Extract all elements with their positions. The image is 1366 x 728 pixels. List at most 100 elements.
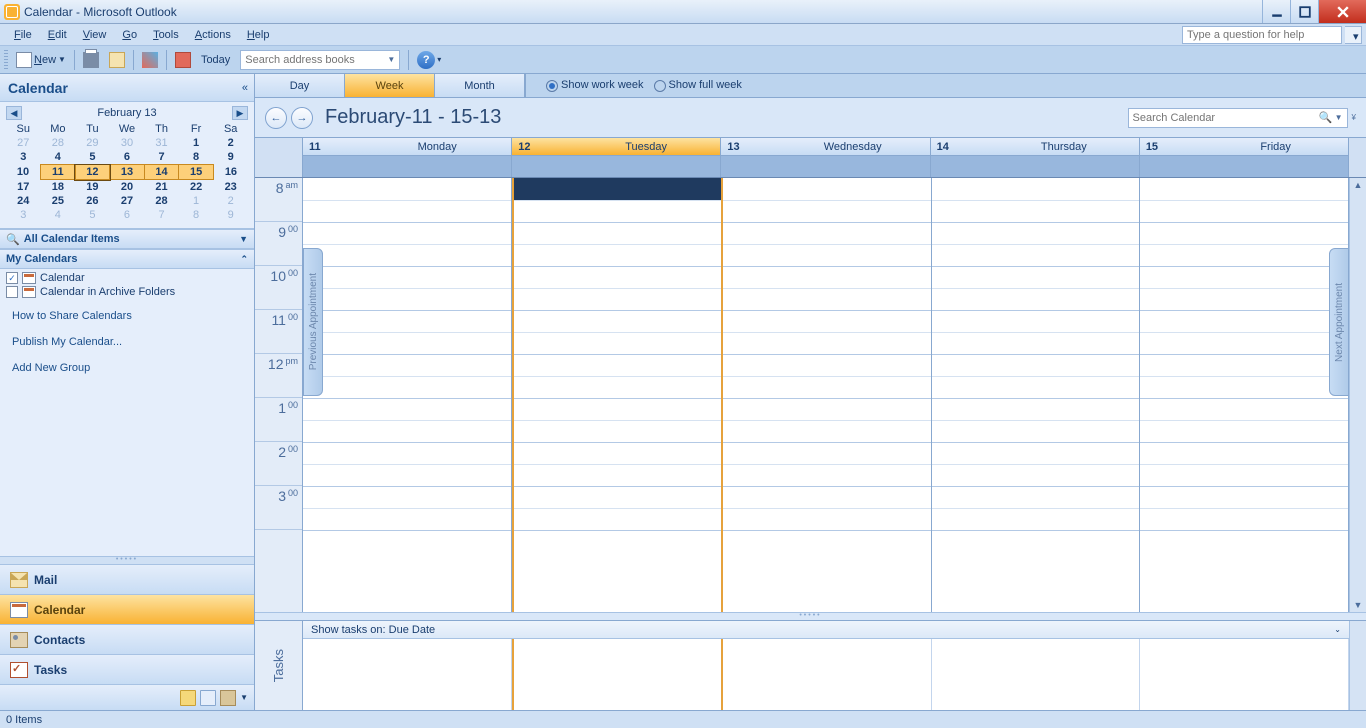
menu-edit[interactable]: Edit [40, 27, 75, 43]
link-publish-calendar[interactable]: Publish My Calendar... [6, 329, 248, 355]
journal-icon[interactable] [220, 690, 236, 706]
splitter-handle[interactable]: ••••• [0, 556, 254, 564]
mini-cal-day[interactable]: 4 [41, 150, 76, 165]
mini-cal-day[interactable]: 3 [6, 208, 41, 222]
toolbar-grip-icon[interactable] [4, 50, 8, 70]
menu-file[interactable]: File [6, 27, 40, 43]
mini-cal-day[interactable]: 22 [179, 180, 214, 195]
checkbox-icon[interactable]: ✓ [6, 272, 18, 284]
findcontact-button[interactable]: ▼ [236, 49, 404, 71]
new-button[interactable]: New ▼ [12, 49, 70, 71]
day-column[interactable] [1140, 178, 1349, 612]
radio-work-week[interactable]: Show work week [546, 79, 644, 91]
mini-cal-day[interactable]: 2 [213, 194, 248, 208]
link-add-group[interactable]: Add New Group [6, 355, 248, 381]
mini-cal-day[interactable]: 7 [144, 208, 179, 222]
mini-cal-day[interactable]: 30 [110, 136, 145, 150]
mini-cal-day[interactable]: 17 [6, 180, 41, 195]
mini-cal-day[interactable]: 3 [6, 150, 41, 165]
mini-cal-day[interactable]: 25 [41, 194, 76, 208]
task-splitter[interactable]: ••••• [255, 612, 1366, 620]
day-column[interactable] [512, 178, 724, 612]
mini-cal-day[interactable]: 27 [6, 136, 41, 150]
menu-tools[interactable]: Tools [145, 27, 187, 43]
checkbox-icon[interactable] [6, 286, 18, 298]
dropdown-icon[interactable]: ▼ [239, 234, 248, 244]
nav-tasks-button[interactable]: Tasks [0, 654, 254, 684]
prev-week-button[interactable]: ← [265, 107, 287, 129]
mini-cal-day[interactable]: 6 [110, 208, 145, 222]
mini-cal-day[interactable]: 19 [75, 180, 110, 195]
dropdown-icon[interactable]: ▼ [387, 55, 395, 64]
mini-cal-day[interactable]: 7 [144, 150, 179, 165]
close-button[interactable] [1318, 0, 1366, 23]
mini-cal-day[interactable]: 28 [144, 194, 179, 208]
menu-actions[interactable]: Actions [187, 27, 239, 43]
nav-contacts-button[interactable]: Contacts [0, 624, 254, 654]
calendar-item-archive[interactable]: Calendar in Archive Folders [6, 285, 248, 299]
nav-mail-button[interactable]: Mail [0, 564, 254, 594]
day-column[interactable] [723, 178, 932, 612]
help-button[interactable]: ?▾ [413, 49, 445, 71]
mini-cal-day[interactable]: 5 [75, 208, 110, 222]
mini-calendar-grid[interactable]: SuMoTuWeThFrSa 2728293031123456789101112… [6, 122, 248, 222]
collapse-icon[interactable]: ⌃ [240, 254, 248, 265]
day-header[interactable]: 12Tuesday [512, 138, 721, 177]
mini-cal-day[interactable]: 28 [41, 136, 76, 150]
mini-cal-day[interactable]: 21 [144, 180, 179, 195]
help-search-dropdown-icon[interactable]: ▾ [1345, 26, 1362, 44]
next-month-button[interactable]: ▶ [232, 106, 248, 120]
mini-cal-day[interactable]: 20 [110, 180, 145, 195]
link-share-calendars[interactable]: How to Share Calendars [6, 303, 248, 329]
menu-help[interactable]: Help [239, 27, 278, 43]
mini-cal-day[interactable]: 23 [213, 180, 248, 195]
mini-cal-day[interactable]: 11 [41, 165, 76, 180]
mini-calendar[interactable]: ◀ February 13 ▶ SuMoTuWeThFrSa 272829303… [0, 102, 254, 229]
mini-cal-day[interactable]: 29 [75, 136, 110, 150]
print-button[interactable] [79, 49, 103, 71]
mini-cal-day[interactable]: 1 [179, 136, 214, 150]
calendar-search[interactable]: 🔍 ▼ [1128, 108, 1348, 128]
next-appointment-tab[interactable]: Next Appointment [1329, 248, 1349, 396]
day-column[interactable] [303, 178, 512, 612]
selected-timeslot[interactable] [514, 178, 722, 200]
task-cell[interactable] [303, 639, 512, 710]
mini-cal-day[interactable]: 10 [6, 165, 41, 180]
mini-cal-day[interactable]: 26 [75, 194, 110, 208]
mini-cal-day[interactable]: 24 [6, 194, 41, 208]
collapse-navpane-icon[interactable]: « [242, 82, 246, 94]
mini-cal-day[interactable]: 8 [179, 150, 214, 165]
calendar-item-default[interactable]: ✓ Calendar [6, 271, 248, 285]
mini-cal-day[interactable]: 9 [213, 150, 248, 165]
day-header[interactable]: 14Thursday [931, 138, 1140, 177]
maximize-button[interactable] [1290, 0, 1318, 23]
view-tab-week[interactable]: Week [345, 74, 435, 97]
task-cell[interactable] [1140, 639, 1349, 710]
help-search-input[interactable] [1182, 26, 1342, 44]
day-header[interactable]: 15Friday [1140, 138, 1349, 177]
mini-cal-day[interactable]: 15 [179, 165, 214, 180]
shortcuts-icon[interactable] [200, 690, 216, 706]
task-cell[interactable] [932, 639, 1141, 710]
mini-cal-day[interactable]: 14 [144, 165, 179, 180]
mini-calendar-month[interactable]: February 13 [22, 107, 232, 119]
mini-cal-day[interactable]: 12 [75, 165, 110, 180]
radio-full-week[interactable]: Show full week [654, 79, 742, 91]
view-tab-day[interactable]: Day [255, 74, 345, 97]
permissions-button[interactable] [105, 49, 129, 71]
mini-cal-day[interactable]: 16 [213, 165, 248, 180]
folder-icon[interactable] [180, 690, 196, 706]
view-tab-month[interactable]: Month [435, 74, 525, 97]
next-week-button[interactable]: → [291, 107, 313, 129]
prev-month-button[interactable]: ◀ [6, 106, 22, 120]
all-calendar-items[interactable]: 🔍 All Calendar Items ▼ [0, 229, 254, 249]
calendar-search-input[interactable] [1133, 112, 1319, 124]
mini-cal-day[interactable]: 5 [75, 150, 110, 165]
mini-cal-day[interactable]: 2 [213, 136, 248, 150]
task-dropdown-icon[interactable]: ⌄ [1334, 625, 1341, 634]
day-header[interactable]: 11Monday [303, 138, 512, 177]
expand-search-icon[interactable]: ¥ [1352, 113, 1356, 122]
address-search-input[interactable] [245, 54, 387, 66]
address-search[interactable]: ▼ [240, 50, 400, 70]
configure-buttons-icon[interactable]: ▼ [240, 693, 248, 702]
